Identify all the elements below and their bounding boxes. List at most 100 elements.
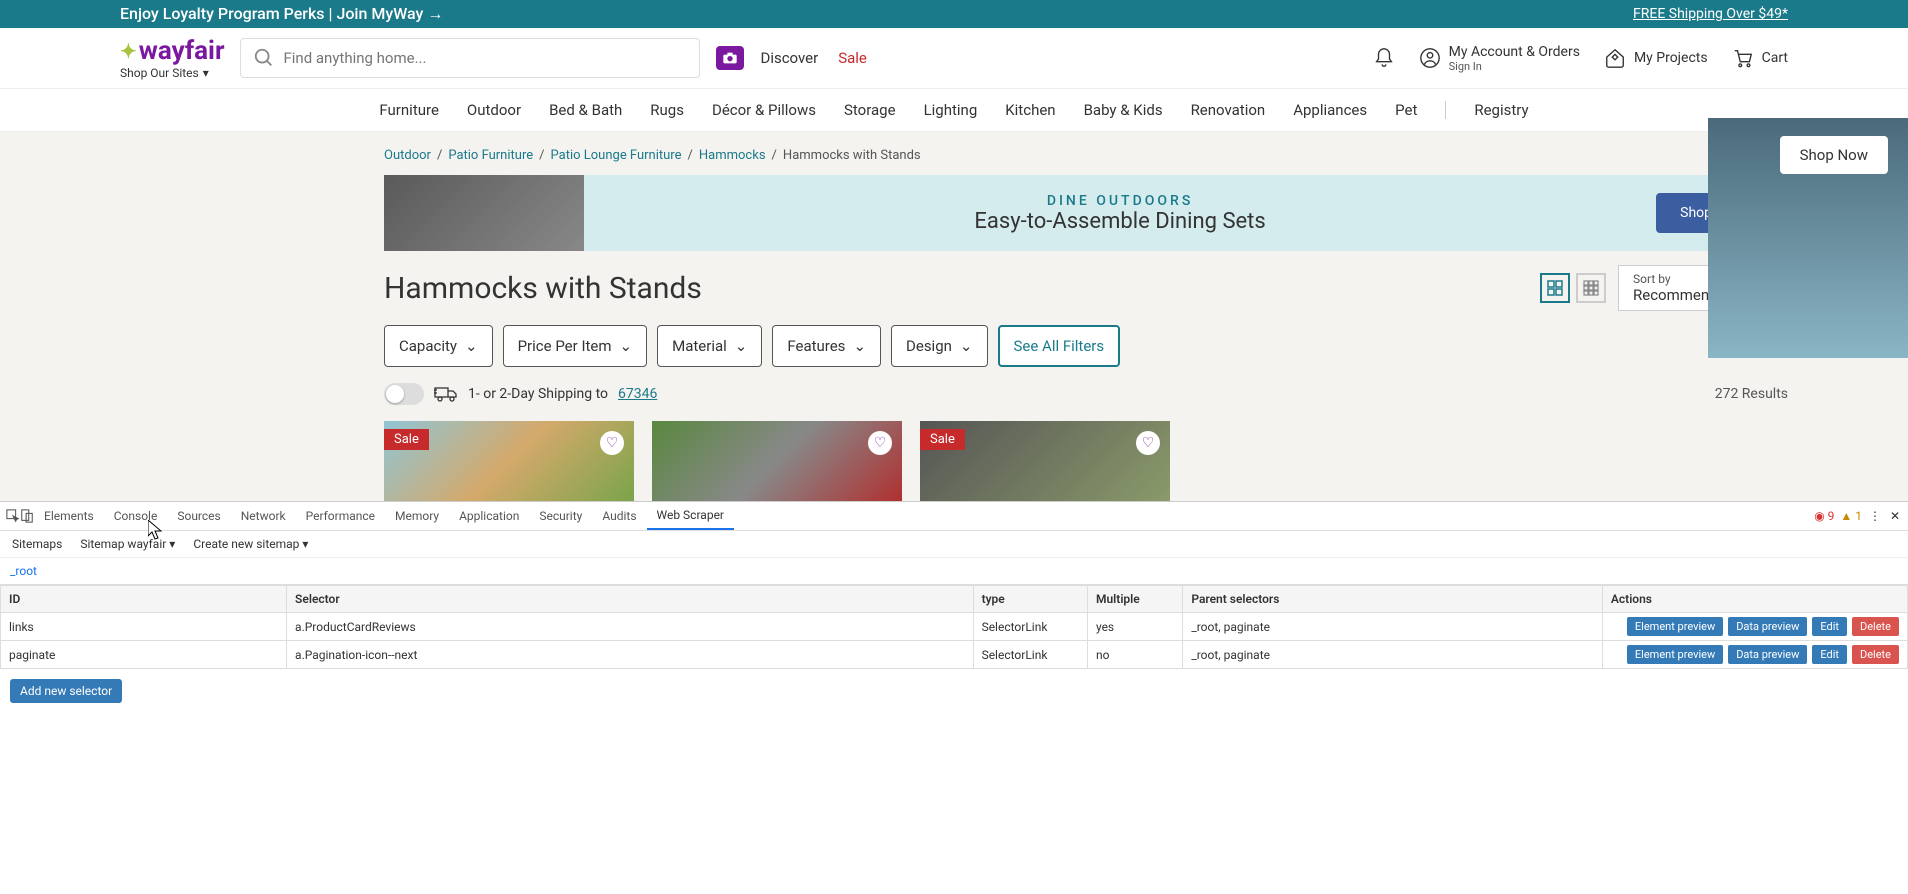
cell-actions: Element preview Data preview Edit Delete (1602, 641, 1907, 669)
tab-webscraper[interactable]: Web Scraper (647, 502, 734, 530)
bell-icon[interactable] (1373, 47, 1395, 69)
nav-bedbath[interactable]: Bed & Bath (549, 101, 622, 119)
chevron-down-icon: ⌄ (853, 337, 866, 355)
cell-parent: _root, paginate (1183, 641, 1603, 669)
filter-features[interactable]: Features⌄ (772, 325, 881, 367)
see-all-filters[interactable]: See All Filters (998, 325, 1121, 367)
account-sub: Sign In (1449, 60, 1580, 73)
bc-patio-lounge[interactable]: Patio Lounge Furniture (551, 148, 682, 163)
nav-furniture[interactable]: Furniture (379, 101, 439, 119)
product-card[interactable]: Sale ♡ (920, 421, 1170, 501)
discover-link[interactable]: Discover (760, 49, 818, 67)
filter-price[interactable]: Price Per Item⌄ (503, 325, 648, 367)
table-header-row: ID Selector type Multiple Parent selecto… (1, 586, 1908, 613)
promo-right[interactable]: FREE Shipping Over $49* (1633, 6, 1788, 22)
tab-sources[interactable]: Sources (167, 503, 230, 529)
warning-badge[interactable]: ▲ 1 (1840, 509, 1862, 523)
nav-storage[interactable]: Storage (844, 101, 896, 119)
filter-capacity[interactable]: Capacity⌄ (384, 325, 493, 367)
nav-renovation[interactable]: Renovation (1191, 101, 1266, 119)
search-bar[interactable] (240, 38, 700, 78)
promo-banner[interactable]: DINE OUTDOORS Easy-to-Assemble Dining Se… (384, 175, 1788, 251)
ws-create-new[interactable]: Create new sitemap ▾ (193, 537, 308, 551)
device-icon[interactable] (20, 509, 34, 523)
nav-baby[interactable]: Baby & Kids (1084, 101, 1163, 119)
wayfair-logo[interactable]: ✦wayfair (120, 36, 224, 66)
edit-button[interactable]: Edit (1812, 645, 1847, 664)
chevron-down-icon: ⌄ (735, 337, 748, 355)
bc-current: Hammocks with Stands (783, 148, 921, 163)
table-row[interactable]: paginate a.Pagination-icon--next Selecto… (1, 641, 1908, 669)
chevron-down-icon: ⌄ (465, 337, 478, 355)
favorite-icon[interactable]: ♡ (600, 431, 624, 455)
tab-performance[interactable]: Performance (296, 503, 385, 529)
side-shop-now-button[interactable]: Shop Now (1780, 136, 1888, 174)
data-preview-button[interactable]: Data preview (1728, 617, 1807, 636)
fast-shipping-toggle[interactable] (384, 383, 424, 405)
delete-button[interactable]: Delete (1852, 645, 1899, 664)
element-preview-button[interactable]: Element preview (1627, 645, 1723, 664)
kebab-icon[interactable]: ⋮ (1868, 509, 1882, 523)
favorite-icon[interactable]: ♡ (868, 431, 892, 455)
nav-appliances[interactable]: Appliances (1293, 101, 1367, 119)
close-icon[interactable]: ✕ (1888, 509, 1902, 523)
tab-network[interactable]: Network (231, 503, 296, 529)
edit-button[interactable]: Edit (1812, 617, 1847, 636)
element-preview-button[interactable]: Element preview (1627, 617, 1723, 636)
tab-security[interactable]: Security (529, 503, 592, 529)
th-selector: Selector (287, 586, 974, 613)
promo-headline: Easy-to-Assemble Dining Sets (608, 209, 1632, 234)
camera-icon[interactable] (716, 46, 744, 70)
grid-small-icon[interactable] (1576, 273, 1606, 303)
product-card[interactable]: ♡ (652, 421, 902, 501)
shop-our-sites[interactable]: Shop Our Sites ▾ (120, 66, 224, 80)
side-promo[interactable]: Shop Now (1708, 118, 1908, 358)
ws-sitemaps[interactable]: Sitemaps (12, 537, 62, 551)
bc-outdoor[interactable]: Outdoor (384, 148, 431, 163)
results-count: 272 Results (1715, 386, 1788, 402)
nav-decor[interactable]: Décor & Pillows (712, 101, 816, 119)
projects-block[interactable]: My Projects (1604, 47, 1708, 69)
shipping-zip[interactable]: 67346 (618, 386, 657, 402)
data-preview-button[interactable]: Data preview (1728, 645, 1807, 664)
nav-kitchen[interactable]: Kitchen (1005, 101, 1055, 119)
table-row[interactable]: links a.ProductCardReviews SelectorLink … (1, 613, 1908, 641)
filter-design[interactable]: Design⌄ (891, 325, 987, 367)
filter-material[interactable]: Material⌄ (657, 325, 762, 367)
header-right: My Account & Orders Sign In My Projects … (1373, 44, 1788, 73)
product-image (652, 421, 902, 501)
projects-label: My Projects (1634, 50, 1708, 66)
tab-audits[interactable]: Audits (592, 503, 646, 529)
inspect-icon[interactable] (6, 509, 20, 523)
promo-left[interactable]: Enjoy Loyalty Program Perks | Join MyWay… (120, 4, 443, 24)
promo-banner-text: DINE OUTDOORS Easy-to-Assemble Dining Se… (608, 193, 1632, 234)
webscraper-bar: Sitemaps Sitemap wayfair ▾ Create new si… (0, 531, 1908, 558)
house-icon (1604, 47, 1626, 69)
tab-console[interactable]: Console (104, 503, 168, 529)
tab-memory[interactable]: Memory (385, 503, 449, 529)
tab-elements[interactable]: Elements (34, 503, 104, 529)
delete-button[interactable]: Delete (1852, 617, 1899, 636)
ws-breadpath[interactable]: _root (0, 558, 1908, 585)
nav-lighting[interactable]: Lighting (924, 101, 978, 119)
account-block[interactable]: My Account & Orders Sign In (1419, 44, 1580, 73)
add-new-selector-button[interactable]: Add new selector (10, 679, 122, 703)
shipping-row: 1- or 2-Day Shipping to 67346 272 Result… (384, 383, 1788, 421)
error-badge[interactable]: ◉ 9 (1814, 509, 1834, 523)
nav-registry[interactable]: Registry (1474, 101, 1528, 119)
ws-current-sitemap[interactable]: Sitemap wayfair ▾ (80, 537, 175, 551)
bc-patio-furniture[interactable]: Patio Furniture (448, 148, 533, 163)
cart-block[interactable]: Cart (1732, 47, 1788, 69)
search-input[interactable] (283, 49, 687, 67)
nav-pet[interactable]: Pet (1395, 101, 1417, 119)
nav-outdoor[interactable]: Outdoor (467, 101, 521, 119)
product-card[interactable]: Sale ♡ (384, 421, 634, 501)
tab-application[interactable]: Application (449, 503, 529, 529)
nav-rugs[interactable]: Rugs (650, 101, 684, 119)
favorite-icon[interactable]: ♡ (1136, 431, 1160, 455)
grid-large-icon[interactable] (1540, 273, 1570, 303)
bc-hammocks[interactable]: Hammocks (699, 148, 766, 163)
shop-sites-label: Shop Our Sites (120, 66, 199, 80)
sale-link[interactable]: Sale (838, 49, 867, 67)
view-mode (1540, 273, 1606, 303)
